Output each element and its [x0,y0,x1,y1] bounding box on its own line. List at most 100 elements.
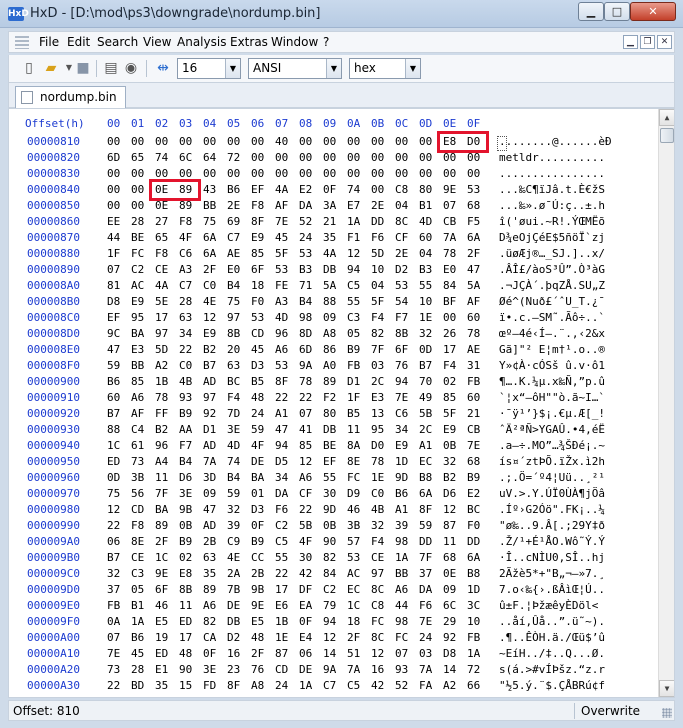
hex-byte[interactable]: 46 [347,503,360,516]
hex-byte[interactable]: 32 [371,519,384,532]
hex-byte[interactable]: ED [155,647,168,660]
hex-byte[interactable]: 21 [467,407,480,420]
hex-byte[interactable]: 04 [371,279,384,292]
hex-byte[interactable]: 9D [323,503,336,516]
close-button[interactable]: ✕ [630,2,676,21]
hex-byte[interactable]: 2F [251,647,264,660]
hex-byte[interactable]: 8B [227,327,240,340]
hex-byte[interactable]: 14 [443,663,456,676]
hex-byte[interactable]: 53 [467,183,480,196]
hex-byte[interactable]: C8 [371,599,384,612]
hex-byte[interactable]: 00 [347,151,360,164]
hex-byte[interactable]: D3 [251,503,264,516]
hex-byte[interactable]: BE [323,439,336,452]
hex-byte[interactable]: 60 [467,311,480,324]
hex-byte[interactable]: 0B [323,519,336,532]
hex-byte[interactable]: 63 [227,359,240,372]
hex-byte[interactable]: 22 [275,391,288,404]
hex-byte[interactable]: 00 [371,151,384,164]
hex-byte[interactable]: C3 [131,567,144,580]
hex-byte[interactable]: 45 [275,231,288,244]
menu-extras[interactable]: Extras [230,35,268,49]
hex-byte[interactable]: 85 [251,247,264,260]
hex-byte[interactable]: 9B [251,583,264,596]
ascii-text[interactable]: ís¤´ztÞÕ.ïŽx.ì2h [499,455,651,468]
ascii-text[interactable]: ................ [499,167,651,180]
hex-byte[interactable]: 39 [395,519,408,532]
hex-byte[interactable]: 0F [203,647,216,660]
hex-byte[interactable]: 80 [419,183,432,196]
hex-byte[interactable]: E3 [371,391,384,404]
ascii-text[interactable]: .üøÆj®…_SJ.]..x/ [499,247,651,260]
hex-byte[interactable]: CE [155,263,168,276]
hex-byte[interactable]: 9E [443,183,456,196]
hex-byte[interactable]: BB [395,567,408,580]
mdi-close-button[interactable]: ✕ [657,35,672,49]
hex-byte[interactable]: 53 [251,311,264,324]
ascii-text[interactable]: ¶….K.¼µ.x‰Ñ,”p.û [499,375,651,388]
hex-byte[interactable]: 90 [179,663,192,676]
hex-byte[interactable]: 68 [467,199,480,212]
hex-byte[interactable]: 96 [155,439,168,452]
hex-byte[interactable]: 05 [347,327,360,340]
hex-byte[interactable]: C2 [131,263,144,276]
hex-byte[interactable]: B1 [419,199,432,212]
hex-byte[interactable]: 7A [419,663,432,676]
hex-byte[interactable]: D1 [203,423,216,436]
hex-byte[interactable]: 1A [395,551,408,564]
hex-byte[interactable]: 24 [251,407,264,420]
hex-byte[interactable]: 28 [131,215,144,228]
hex-byte[interactable]: 7E [275,215,288,228]
hex-byte[interactable]: 46 [155,599,168,612]
hex-byte[interactable]: 85 [443,391,456,404]
hex-byte[interactable]: 2A [227,567,240,580]
hex-byte[interactable]: CB [443,215,456,228]
hex-byte[interactable]: 8E [131,535,144,548]
hex-byte[interactable]: E4 [299,631,312,644]
hex-byte[interactable]: 4A [275,183,288,196]
hex-byte[interactable]: 7A [203,455,216,468]
hex-byte[interactable]: 78 [443,247,456,260]
hex-byte[interactable]: BA [251,471,264,484]
hex-byte[interactable]: 76 [251,663,264,676]
hex-byte[interactable]: 06 [299,647,312,660]
hex-byte[interactable]: 9A [299,359,312,372]
ascii-text[interactable]: û±F.¦ÞžæêyÈDöl< [499,599,651,612]
hex-byte[interactable]: 6D [299,343,312,356]
hex-byte[interactable]: AA [179,423,192,436]
hex-byte[interactable]: BF [443,295,456,308]
hex-byte[interactable]: 5A [323,279,336,292]
hex-editor[interactable]: Offset(h) 00 01 02 03 04 05 06 07 08 09 0A 0B 0C 0D 0E 0… [8,108,675,698]
hex-byte[interactable]: 00 [323,135,336,148]
hex-byte[interactable]: 1D [395,455,408,468]
hex-byte[interactable]: 04 [395,199,408,212]
hex-byte[interactable]: 97 [203,391,216,404]
hex-byte[interactable]: 57 [347,535,360,548]
ascii-text[interactable]: ï•.c.—SM˜.Ãô÷..` [499,311,651,324]
hex-byte[interactable]: 12 [443,503,456,516]
hex-byte[interactable]: 23 [227,663,240,676]
hex-byte[interactable]: 45 [251,343,264,356]
hex-byte[interactable]: 1F [107,247,120,260]
hex-byte[interactable]: 22 [107,679,120,692]
hex-byte[interactable]: C6 [395,407,408,420]
hex-byte[interactable]: EC [347,583,360,596]
hex-byte[interactable]: 00 [107,199,120,212]
hex-byte[interactable]: B2 [155,423,168,436]
hex-byte[interactable]: D5 [275,455,288,468]
hex-byte[interactable]: EC [419,455,432,468]
hex-byte[interactable]: 35 [323,231,336,244]
hex-byte[interactable]: 7F [155,487,168,500]
hex-byte[interactable]: 7E [419,615,432,628]
hex-byte[interactable]: A6 [275,343,288,356]
hex-byte[interactable]: E9 [395,439,408,452]
hex-byte[interactable]: AC [131,279,144,292]
hex-byte[interactable]: F5 [467,215,480,228]
hex-byte[interactable]: 00 [467,167,480,180]
hex-byte[interactable]: 7E [467,439,480,452]
hex-byte[interactable]: AD [203,375,216,388]
hex-byte[interactable]: A1 [419,439,432,452]
hex-byte[interactable]: DB [227,615,240,628]
hex-byte[interactable]: 4A [323,247,336,260]
hex-byte[interactable]: 00 [155,135,168,148]
